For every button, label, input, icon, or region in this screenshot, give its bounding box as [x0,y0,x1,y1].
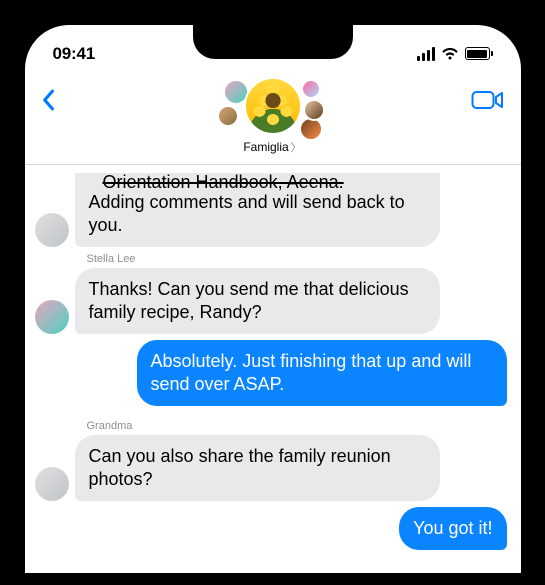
message-row: Orientation Handbook, Aeena. Adding comm… [35,173,511,247]
sender-name: Stella Lee [87,253,511,265]
screen: 09:41 [25,25,521,573]
message-group: Stella Lee Thanks! Can you send me that … [35,253,511,334]
message-row: You got it! [35,507,507,550]
message-text: Absolutely. Just finishing that up and w… [151,351,472,394]
nav-bar: Famiglia 〉 [25,75,521,165]
group-avatar-icon [244,77,302,135]
message-row: Can you also share the family reunion ph… [35,435,511,501]
notch [193,25,353,59]
message-text: Thanks! Can you send me that delicious f… [89,279,409,322]
facetime-button[interactable] [471,89,505,113]
message-group: Grandma Can you also share the family re… [35,420,511,501]
back-button[interactable] [41,89,59,113]
sender-name: Grandma [87,420,511,432]
status-time: 09:41 [53,44,95,64]
sender-avatar-icon [35,213,69,247]
group-name: Famiglia [243,140,288,154]
message-text: You got it! [413,518,492,538]
participant-avatar-icon [217,105,239,127]
message-text: Adding comments and will send back to yo… [89,192,405,235]
group-avatar-cluster [213,75,333,137]
chevron-right-icon: 〉 [291,139,302,155]
cellular-signal-icon [417,47,435,61]
chat-thread[interactable]: Orientation Handbook, Aeena. Adding comm… [25,165,521,550]
battery-icon [465,47,493,60]
message-text: Can you also share the family reunion ph… [89,446,391,489]
sender-avatar-icon [35,467,69,501]
message-bubble[interactable]: You got it! [399,507,506,550]
message-bubble[interactable]: Absolutely. Just finishing that up and w… [137,340,507,406]
conversation-header[interactable]: Famiglia 〉 [213,75,333,155]
wifi-icon [441,47,459,61]
status-indicators [417,47,493,61]
message-text-clipped: Orientation Handbook, Aeena. [89,173,426,191]
participant-avatar-icon [303,99,325,121]
message-bubble[interactable]: Can you also share the family reunion ph… [75,435,440,501]
message-bubble[interactable]: Thanks! Can you send me that delicious f… [75,268,440,334]
participant-avatar-icon [301,79,321,99]
message-bubble[interactable]: Orientation Handbook, Aeena. Adding comm… [75,173,440,247]
sender-avatar-icon [35,300,69,334]
message-row: Absolutely. Just finishing that up and w… [35,340,507,406]
group-name-row[interactable]: Famiglia 〉 [243,139,301,155]
message-row: Thanks! Can you send me that delicious f… [35,268,511,334]
phone-frame: 09:41 [13,13,533,573]
